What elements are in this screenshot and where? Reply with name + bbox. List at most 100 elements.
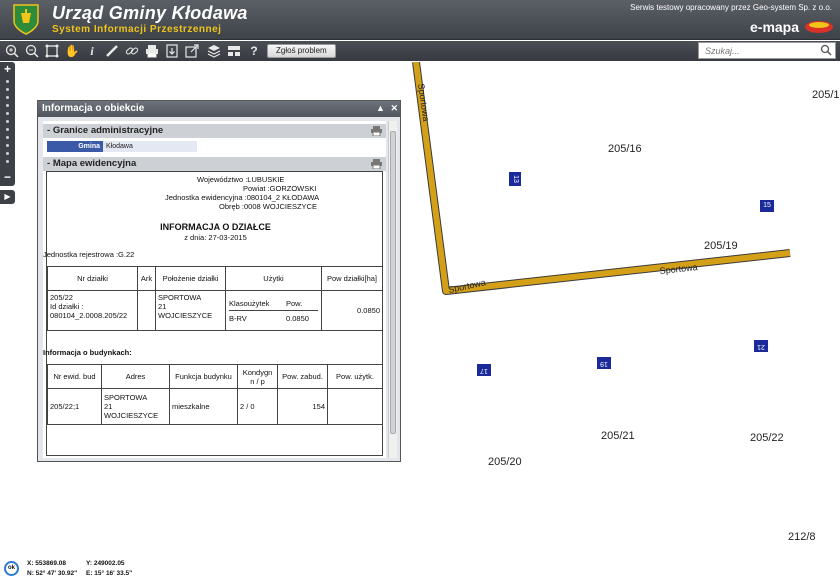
- location-cell: SPORTOWA 21 WOJCIESZYCE: [155, 290, 226, 331]
- parcel-report-document: Województwo :LUBUSKIE Powiat :GORZOWSKI …: [43, 171, 383, 456]
- table-header: Użytki: [225, 266, 322, 291]
- zoom-level-dot[interactable]: [6, 120, 9, 123]
- measure-ruler-icon[interactable]: [104, 43, 120, 59]
- gmina-label: Gmina: [47, 141, 103, 152]
- link-icon[interactable]: [124, 43, 140, 59]
- print-icon[interactable]: [144, 43, 160, 59]
- land-area-header: Pow.: [286, 298, 303, 308]
- section-title: Granice administracyjne: [52, 125, 164, 136]
- house-number-badge: 21: [754, 340, 768, 352]
- service-note: Serwis testowy opracowany przez Geo-syst…: [630, 3, 832, 12]
- land-use-cell: Klasoużytek Pow. B-RV 0.0850: [225, 290, 322, 331]
- zoom-level-dot[interactable]: [6, 88, 9, 91]
- coord-y: Y: 249002.05: [86, 560, 125, 567]
- app-root: Sportowa Sportowa Sportowa 205/18 205/16…: [0, 0, 840, 579]
- house-number-badge: 13: [509, 172, 521, 186]
- parcel-label: 205/21: [601, 430, 635, 442]
- parcel-id-value: 080104_2.0008.205/22: [50, 311, 128, 320]
- print-icon[interactable]: [371, 126, 382, 136]
- parcel-label: 205/20: [488, 456, 522, 468]
- report-problem-button[interactable]: Zgłoś problem: [267, 44, 336, 58]
- collapse-icon[interactable]: ▲: [376, 103, 385, 113]
- close-icon[interactable]: ✕: [390, 103, 398, 113]
- zoom-level-dot[interactable]: [6, 152, 9, 155]
- land-class-header: Klasoużytek: [229, 298, 270, 308]
- building-number: 205/22;1: [47, 388, 102, 425]
- parcel-id-label: Id działki :: [50, 302, 84, 311]
- land-class: B-RV: [229, 313, 247, 323]
- zoom-level-dot[interactable]: [6, 144, 9, 147]
- export-icon[interactable]: [164, 43, 180, 59]
- table-header: Pow. użytk.: [327, 364, 383, 389]
- search-icon[interactable]: [820, 44, 832, 56]
- zoom-level-dot[interactable]: [6, 128, 9, 131]
- coord-x: X: 553869.08: [27, 560, 67, 567]
- zoom-level-dot[interactable]: [6, 104, 9, 107]
- panel-content: - Granice administracyjne Gmina Kłodawa …: [43, 121, 386, 458]
- zoom-level-dot[interactable]: [6, 96, 9, 99]
- zoom-level-dot[interactable]: [6, 136, 9, 139]
- table-header-row: Nr działki Ark Położenie działki Użytki …: [47, 266, 383, 291]
- land-area: 0.0850: [286, 313, 309, 323]
- building-function: mieszkalne: [169, 388, 238, 425]
- help-icon[interactable]: ?: [246, 43, 262, 59]
- building-address-cell: SPORTOWA 21 WOJCIESZYCE: [101, 388, 170, 425]
- zoom-level-dot[interactable]: [6, 80, 9, 83]
- zoom-in-icon[interactable]: [4, 43, 20, 59]
- zoom-level-dot[interactable]: [6, 112, 9, 115]
- address-street: SPORTOWA: [104, 393, 148, 402]
- panel-scrollbar[interactable]: [388, 121, 397, 458]
- location-street: SPORTOWA: [158, 293, 202, 302]
- zoom-minus-icon[interactable]: −: [2, 171, 13, 183]
- report-date: z dnia: 27-03-2015: [184, 233, 247, 242]
- ok-icon[interactable]: ok: [4, 561, 19, 576]
- parcel-label: 205/22: [750, 432, 784, 444]
- table-header: Adres: [101, 364, 170, 389]
- legend-icon[interactable]: [226, 43, 242, 59]
- panel-titlebar[interactable]: Informacja o obiekcie ▲ ✕: [38, 101, 400, 117]
- panel-toggle-arrow-icon[interactable]: ▶: [0, 190, 15, 204]
- table-header: Położenie działki: [155, 266, 226, 291]
- house-number-badge: 15: [760, 200, 774, 212]
- table-header: Ark: [137, 266, 156, 291]
- zoom-slider[interactable]: + −: [0, 62, 15, 186]
- address-number: 21: [104, 402, 113, 411]
- parcel-number-cell: 205/22 Id działki : 080104_2.0008.205/22: [47, 290, 138, 331]
- table-header: Nr ewid. bud: [47, 364, 102, 389]
- parcel-number: 205/22: [50, 293, 73, 302]
- table-header: Pow. zabud.: [277, 364, 328, 389]
- house-number-badge: 19: [597, 357, 611, 369]
- app-subtitle: System Informacji Przestrzennej: [52, 24, 222, 35]
- pan-hand-icon[interactable]: ✋: [64, 43, 80, 59]
- scrollbar-thumb[interactable]: [390, 131, 396, 434]
- search-input[interactable]: [698, 42, 836, 59]
- table-header: Nr działki: [47, 266, 138, 291]
- buildings-table: Nr ewid. bud Adres Funkcja budynku Kondy…: [47, 364, 383, 425]
- app-title: Urząd Gminy Kłodawa: [52, 3, 248, 23]
- section-cadastral-map[interactable]: - Mapa ewidencyjna: [43, 157, 386, 171]
- full-extent-icon[interactable]: [44, 43, 60, 59]
- app-header: Urząd Gminy Kłodawa System Informacji Pr…: [0, 0, 840, 40]
- zoom-out-icon[interactable]: [24, 43, 40, 59]
- object-info-panel: Informacja o obiekcie ▲ ✕ - Granice admi…: [37, 100, 401, 462]
- location-village: WOJCIESZYCE: [158, 311, 213, 320]
- zoom-plus-icon[interactable]: +: [2, 63, 13, 75]
- share-icon[interactable]: [184, 43, 200, 59]
- section-admin-boundaries[interactable]: - Granice administracyjne: [43, 124, 386, 138]
- table-header: Funkcja budynku: [169, 364, 238, 389]
- table-header-row: Nr ewid. bud Adres Funkcja budynku Kondy…: [47, 364, 383, 389]
- info-icon[interactable]: i: [84, 43, 100, 59]
- gmina-row: Gmina Kłodawa: [47, 141, 197, 152]
- parcel-label: 205/18: [812, 89, 840, 101]
- brand-logo-icon: [805, 21, 833, 33]
- zoom-level-dot[interactable]: [6, 160, 9, 163]
- coord-lon: E: 15° 16' 33.5": [86, 570, 133, 577]
- section-title: Mapa ewidencyjna: [52, 158, 137, 169]
- layers-icon[interactable]: [206, 43, 222, 59]
- panel-title: Informacja o obiekcie: [42, 103, 145, 114]
- print-icon[interactable]: [371, 159, 382, 169]
- coat-of-arms-icon: [13, 4, 39, 35]
- table-row: 205/22 Id działki : 080104_2.0008.205/22…: [47, 290, 383, 331]
- house-number-badge: 17: [477, 364, 491, 376]
- parcel-area: 0.0850: [321, 290, 383, 331]
